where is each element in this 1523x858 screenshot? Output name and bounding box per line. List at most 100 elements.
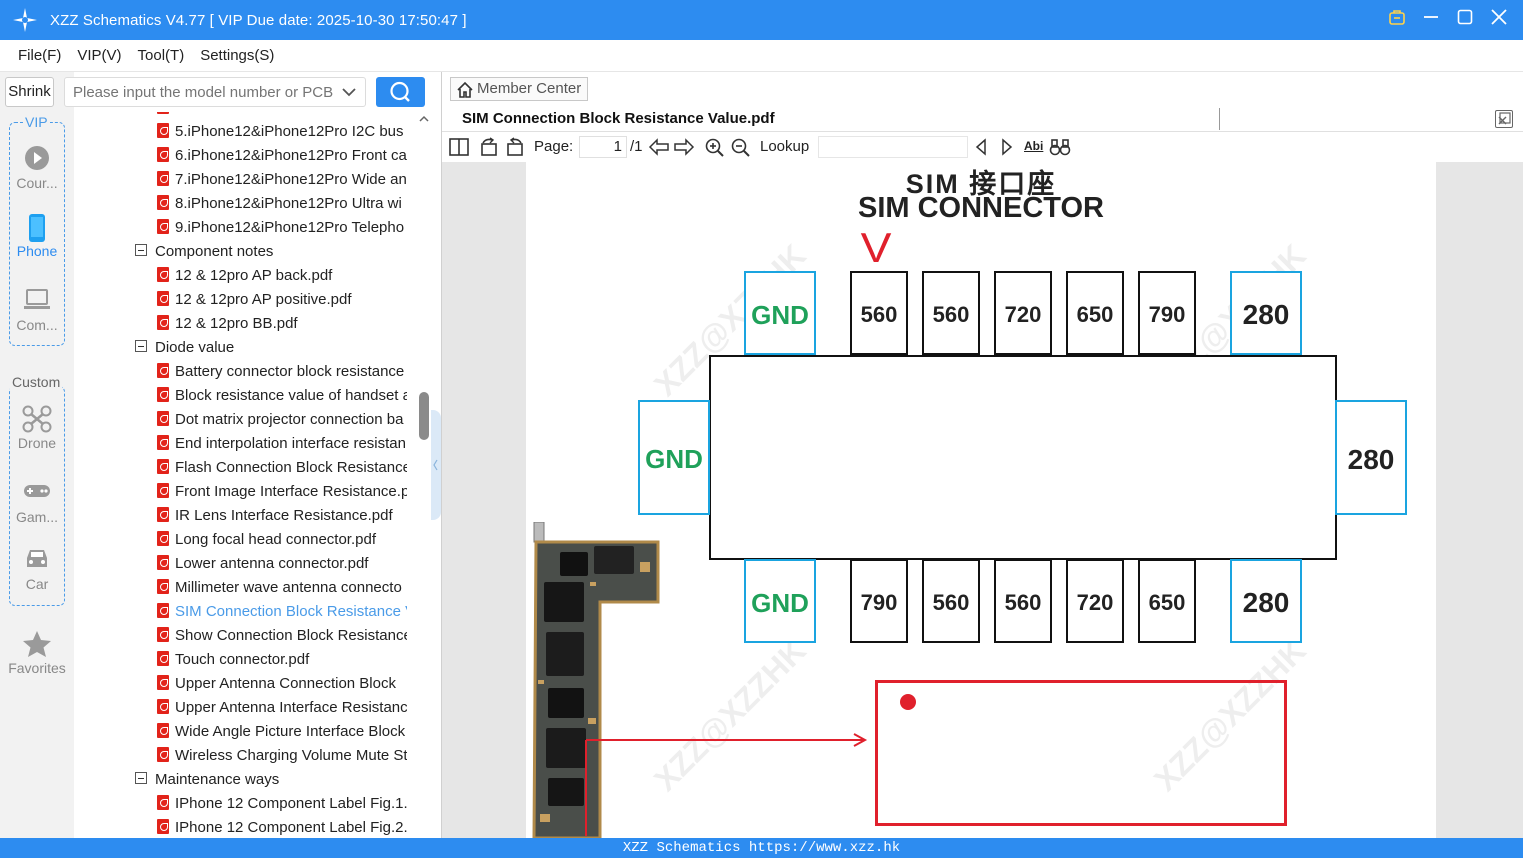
tree-folder[interactable]: Maintenance ways xyxy=(135,768,415,792)
tree-file[interactable]: Wireless Charging Volume Mute St xyxy=(157,744,407,768)
tree-file[interactable]: Dot matrix projector connection ba xyxy=(157,408,407,432)
tree-item-label: 7.iPhone12&iPhone12Pro Wide an xyxy=(175,171,407,188)
tree-file[interactable]: Show Connection Block Resistance xyxy=(157,624,407,648)
rail-item-label: Cour... xyxy=(16,175,58,191)
tree-file[interactable]: SIM Connection Block Resistance V xyxy=(157,600,407,624)
zoom-out-icon[interactable] xyxy=(730,137,752,161)
pdf-viewer[interactable]: SIM 接口座 SIM CONNECTOR V XZZ@XZZHK XZZ@XZ… xyxy=(442,162,1523,838)
tree-item-label: Battery connector block resistance xyxy=(175,363,405,380)
model-search-box[interactable] xyxy=(64,77,366,107)
match-case-toggle[interactable]: Abi xyxy=(1024,139,1043,153)
rail-item-phone[interactable]: Phone xyxy=(0,213,74,259)
lookup-input[interactable] xyxy=(818,136,968,158)
pin1-dot xyxy=(900,694,916,710)
doc-title-en: SIM CONNECTOR xyxy=(858,192,1104,224)
tree-file[interactable]: Block resistance value of handset a xyxy=(157,384,407,408)
pdf-icon xyxy=(157,363,169,378)
search-button[interactable] xyxy=(376,77,425,107)
pdf-icon xyxy=(157,819,169,834)
menu-settings[interactable]: Settings(S) xyxy=(200,47,274,64)
rail-item-courses[interactable]: Cour... xyxy=(0,145,74,191)
tree-file[interactable]: 6.iPhone12&iPhone12Pro Front ca xyxy=(157,144,407,168)
tree-file[interactable]: IR Lens Interface Resistance.pdf xyxy=(157,504,407,528)
vip-bag-icon[interactable] xyxy=(1387,8,1407,30)
tree-file[interactable]: 8.iPhone12&iPhone12Pro Ultra wi xyxy=(157,192,407,216)
find-prev-icon[interactable] xyxy=(972,137,990,161)
rail-item-computer[interactable]: Com... xyxy=(0,287,74,333)
tree-folder[interactable]: Component notes xyxy=(135,240,415,264)
tree-file[interactable]: 4.iPhone12&iPhone12Pro Hard di xyxy=(157,112,407,120)
prev-page-icon[interactable] xyxy=(648,137,670,161)
tree-file[interactable]: 12 & 12pro BB.pdf xyxy=(157,312,407,336)
zoom-in-icon[interactable] xyxy=(704,137,726,161)
pin-left-gnd: GND xyxy=(638,400,710,515)
tree-file[interactable]: 7.iPhone12&iPhone12Pro Wide an xyxy=(157,168,407,192)
rotate-right-icon[interactable] xyxy=(504,137,526,161)
tree-file[interactable]: Touch connector.pdf xyxy=(157,648,407,672)
pin-bottom-280: 280 xyxy=(1230,559,1302,643)
minimize-button[interactable] xyxy=(1421,8,1441,30)
tree-item-label: 5.iPhone12&iPhone12Pro I2C bus xyxy=(175,123,404,140)
tree-file[interactable]: Long focal head connector.pdf xyxy=(157,528,407,552)
tree-file[interactable]: Millimeter wave antenna connecto xyxy=(157,576,407,600)
member-center-button[interactable]: Member Center xyxy=(450,77,588,101)
pin-right-280: 280 xyxy=(1335,400,1407,515)
next-page-icon[interactable] xyxy=(673,137,695,161)
shrink-button[interactable]: Shrink xyxy=(5,77,54,107)
tree-folder[interactable]: Diode value xyxy=(135,336,415,360)
find-next-icon[interactable] xyxy=(998,137,1016,161)
tree-file[interactable]: Upper Antenna Interface Resistanc xyxy=(157,696,407,720)
chevron-down-icon[interactable] xyxy=(341,82,357,107)
tree-file[interactable]: Lower antenna connector.pdf xyxy=(157,552,407,576)
tree-file[interactable]: 9.iPhone12&iPhone12Pro Telepho xyxy=(157,216,407,240)
binoculars-icon[interactable] xyxy=(1049,137,1071,161)
close-button[interactable] xyxy=(1489,8,1509,30)
phone-icon xyxy=(0,213,74,242)
tree-item-label: Wide Angle Picture Interface Block xyxy=(175,723,406,740)
rail-item-games[interactable]: Gam... xyxy=(0,479,74,525)
menu-file[interactable]: File(F) xyxy=(18,47,61,64)
tree-file[interactable]: IPhone 12 Component Label Fig.2. xyxy=(157,816,407,838)
rail-item-favorites[interactable]: Favorites xyxy=(0,630,74,676)
menu-tool[interactable]: Tool(T) xyxy=(138,47,185,64)
pin-top: 560 xyxy=(850,271,908,355)
maximize-button[interactable] xyxy=(1455,8,1475,30)
tree-file[interactable]: 12 & 12pro AP back.pdf xyxy=(157,264,407,288)
rail-item-drone[interactable]: Drone xyxy=(0,405,74,451)
panel-collapse-handle[interactable] xyxy=(431,410,441,520)
home-icon xyxy=(457,81,473,98)
tree-file[interactable]: 12 & 12pro AP positive.pdf xyxy=(157,288,407,312)
pdf-icon xyxy=(157,627,169,642)
page-total: /1 xyxy=(630,138,643,155)
collapse-icon[interactable] xyxy=(135,244,147,256)
tree-file[interactable]: 5.iPhone12&iPhone12Pro I2C bus xyxy=(157,120,407,144)
tree-item-label: 4.iPhone12&iPhone12Pro Hard di xyxy=(175,112,400,116)
tree-file[interactable]: Front Image Interface Resistance.p xyxy=(157,480,407,504)
tree-file[interactable]: IPhone 12 Component Label Fig.1. xyxy=(157,792,407,816)
laptop-icon xyxy=(0,287,74,313)
tree-file[interactable]: Upper Antenna Connection Block xyxy=(157,672,407,696)
tree-file[interactable]: Battery connector block resistance xyxy=(157,360,407,384)
collapse-icon[interactable] xyxy=(135,340,147,352)
pdf-icon xyxy=(157,219,169,234)
document-tab[interactable]: SIM Connection Block Resistance Value.pd… xyxy=(462,110,775,127)
connector-body xyxy=(709,355,1337,560)
tree-file[interactable]: End interpolation interface resistan xyxy=(157,432,407,456)
pdf-icon xyxy=(157,435,169,450)
pdf-icon xyxy=(157,675,169,690)
pdf-icon xyxy=(157,147,169,162)
rail-item-car[interactable]: Car xyxy=(0,546,74,592)
page-number-input[interactable]: 1 xyxy=(579,136,627,158)
rotate-left-icon[interactable] xyxy=(478,137,500,161)
search-input[interactable] xyxy=(65,78,335,106)
tree-scroll-thumb[interactable] xyxy=(419,392,429,440)
tree-file[interactable]: Wide Angle Picture Interface Block xyxy=(157,720,407,744)
menu-vip[interactable]: VIP(V) xyxy=(77,47,121,64)
tree-file[interactable]: Flash Connection Block Resistance xyxy=(157,456,407,480)
drone-icon xyxy=(0,405,74,433)
close-document-icon[interactable] xyxy=(1495,110,1513,128)
car-icon xyxy=(0,546,74,572)
sidebar-toggle-icon[interactable] xyxy=(448,137,470,161)
tree-scrollbar[interactable] xyxy=(417,112,431,838)
collapse-icon[interactable] xyxy=(135,772,147,784)
